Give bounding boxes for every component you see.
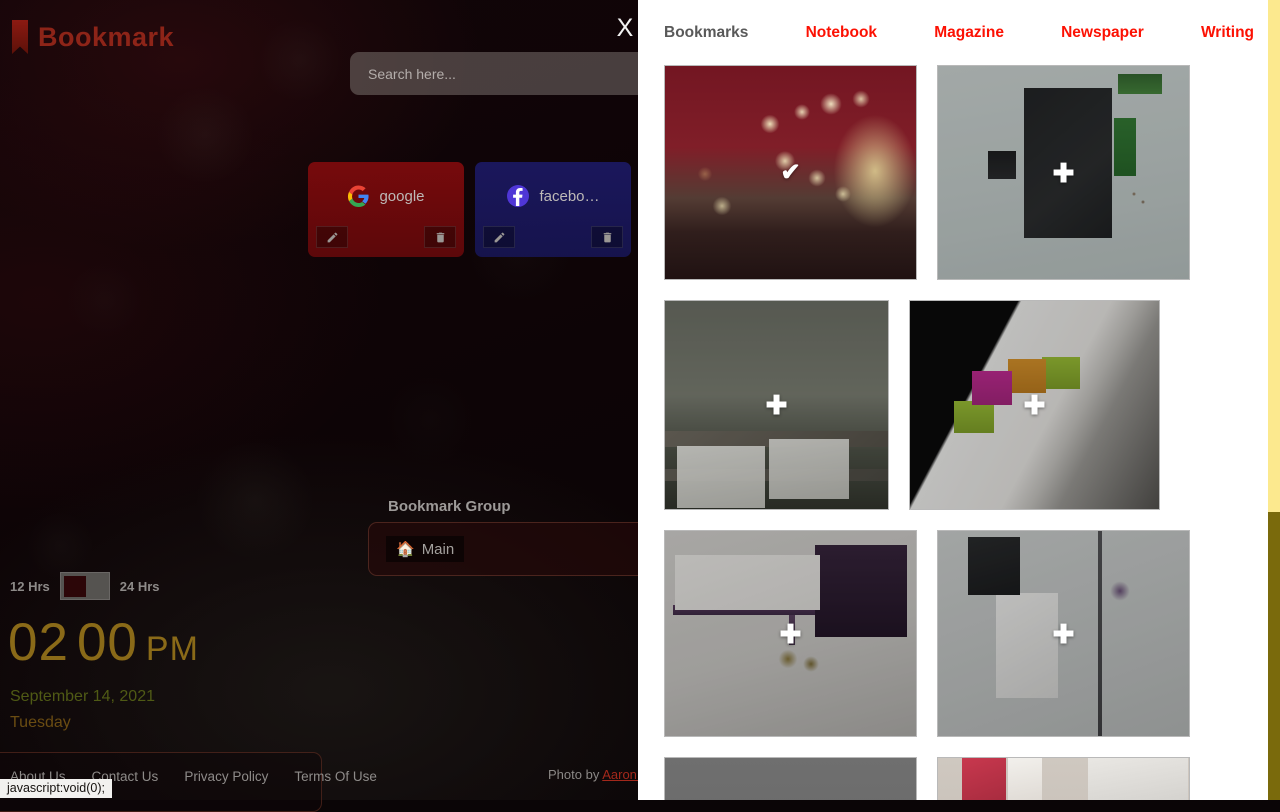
thumbnail-image [938,531,1189,736]
bookmark-card-list: google facebo… [308,162,631,257]
image-thumbnail[interactable]: ✚ [664,300,889,510]
clock-format-toggle[interactable] [59,572,110,600]
picker-tab-bar: Bookmarks Notebook Magazine Newspaper Wr… [638,0,1272,65]
clock-minutes: 00 [76,613,138,672]
bookmark-group-box[interactable]: 🏠 Main [368,522,668,576]
bookmark-card-facebook[interactable]: facebo… [475,162,631,257]
tab-bookmarks[interactable]: Bookmarks [664,24,748,42]
bookmark-card-label: facebo… [539,187,600,205]
tab-writing[interactable]: Writing [1201,24,1254,42]
google-logo-icon [348,184,370,207]
thumbnail-image [938,758,1189,800]
edit-bookmark-button[interactable] [316,226,348,248]
delete-bookmark-button[interactable] [424,226,456,248]
brand-name: Bookmark [38,21,175,52]
footer-link-privacy-policy[interactable]: Privacy Policy [184,769,268,784]
bookmark-card-actions [308,226,464,257]
image-grid-row [664,757,1224,800]
thumbnail-image [910,301,1159,509]
image-thumbnail[interactable]: ✚ [937,65,1190,280]
tab-magazine[interactable]: Magazine [934,24,1004,42]
image-thumbnail[interactable]: ✚ [937,530,1190,737]
thumbnail-image [665,66,916,279]
bookmark-group-chip-main[interactable]: 🏠 Main [386,536,465,562]
bookmark-card-header: google [308,162,464,226]
facebook-logo-icon [507,185,530,207]
footer-link-terms-of-use[interactable]: Terms Of Use [294,769,377,784]
image-grid-row: ✔ ✚ [664,65,1224,280]
image-picker-panel: Bookmarks Notebook Magazine Newspaper Wr… [638,0,1272,800]
photo-credit-prefix: Photo by [548,767,603,782]
toggle-knob [63,575,86,597]
trash-icon [603,232,611,242]
clock-hours: 02 [8,613,69,672]
clock-format-24-label: 24 Hrs [119,578,160,594]
image-grid-row: ✚ ✚ [664,300,1224,510]
browser-status-tooltip: javascript:void(0); [0,779,112,798]
clock-ampm: PM [145,630,199,668]
bookmark-group-title: Bookmark Group [388,498,511,515]
thumbnail-image [665,531,916,736]
pencil-icon [327,232,337,242]
bookmark-card-label: google [379,187,425,205]
scrollbar-thumb[interactable] [1268,0,1280,512]
close-icon[interactable]: X [610,12,640,44]
edit-bookmark-button[interactable] [483,226,515,248]
clock-format-12-label: 12 Hrs [10,578,50,594]
clock-day: Tuesday [10,714,71,731]
bookmark-group-chip-label: Main [421,540,455,558]
bookmark-card-actions [475,226,631,257]
image-thumbnail[interactable] [937,757,1190,800]
pencil-icon [494,232,504,242]
thumbnail-image [938,66,1189,279]
delete-bookmark-button[interactable] [591,226,623,248]
clock-format-toggle-row: 12 Hrs 24 Hrs [10,572,160,600]
thumbnail-image [665,301,888,509]
clock-date: September 14, 2021 [10,688,155,705]
image-grid-row: ✚ ✚ [664,530,1224,737]
image-thumbnail[interactable]: ✔ [664,65,917,280]
thumbnail-image [665,758,916,800]
image-thumbnail[interactable] [664,757,917,800]
bookmark-card-google[interactable]: google [308,162,464,257]
page-scrollbar[interactable] [1268,0,1280,800]
brand-logo: Bookmark [12,20,174,54]
bookmark-card-header: facebo… [475,162,631,226]
image-thumbnail[interactable]: ✚ [664,530,917,737]
clock-time: 02 00 PM [8,612,199,673]
bookmark-icon [12,20,28,54]
image-grid: ✔ ✚ ✚ ✚ ✚ ✚ [638,65,1272,800]
trash-icon [436,232,444,242]
tab-newspaper[interactable]: Newspaper [1061,24,1144,42]
tab-notebook[interactable]: Notebook [806,24,877,42]
home-icon: 🏠 [396,541,415,558]
image-thumbnail[interactable]: ✚ [909,300,1160,510]
